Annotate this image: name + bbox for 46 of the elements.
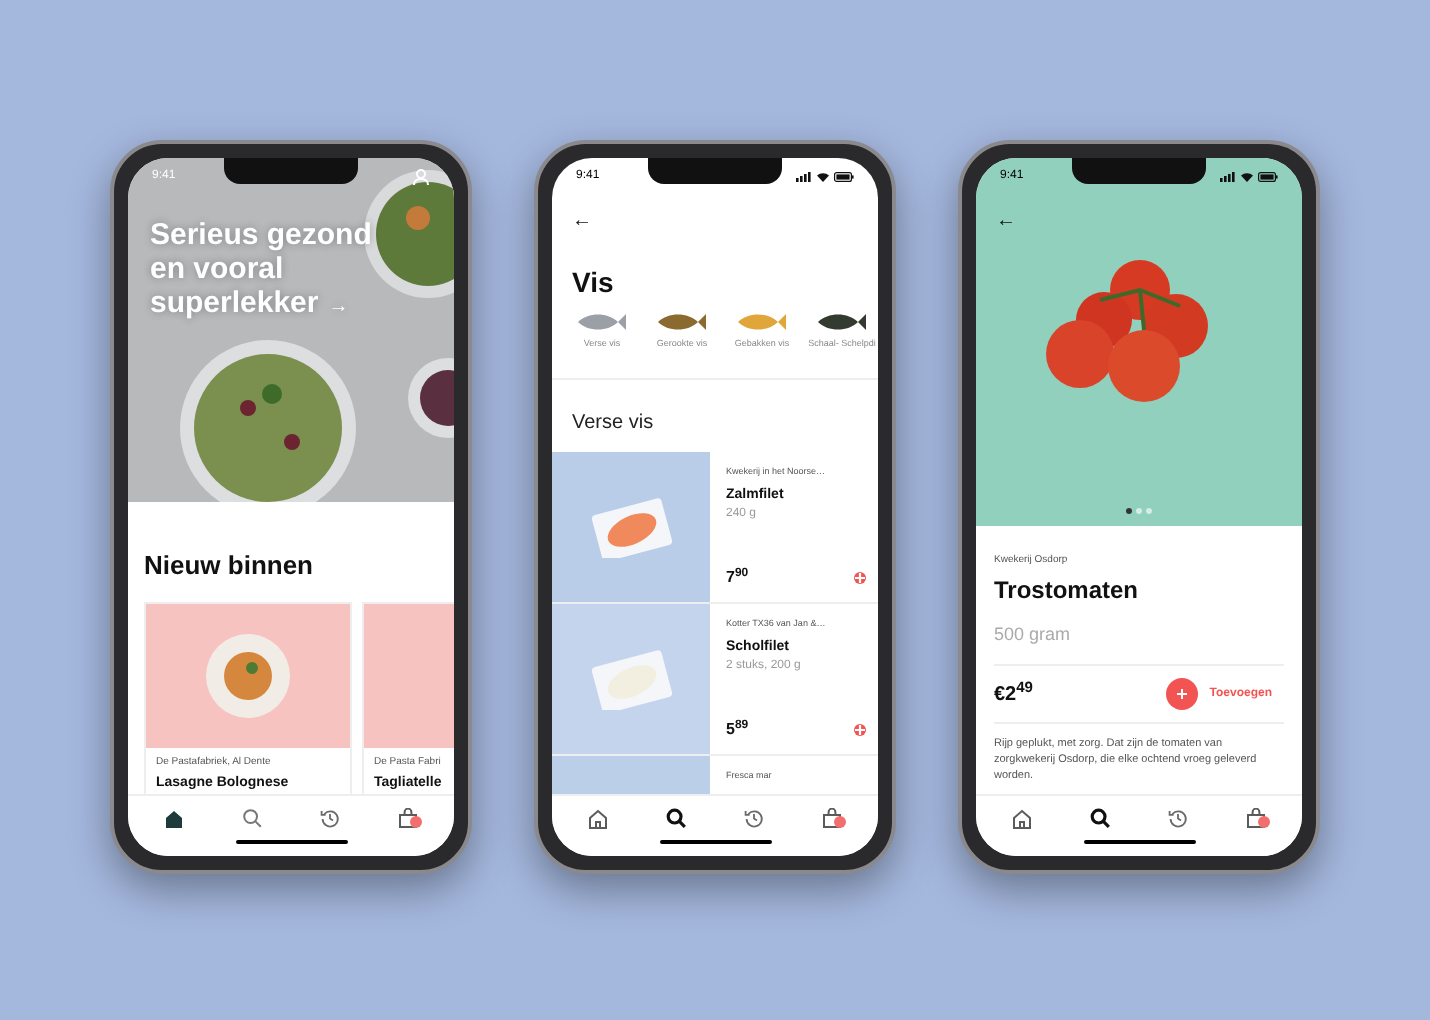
home-icon: [1012, 807, 1033, 829]
notch: [224, 158, 358, 184]
search-icon: [242, 807, 263, 829]
home-indicator: [659, 840, 771, 844]
bag-icon: [397, 807, 418, 829]
product-name: Trostomaten: [994, 573, 1141, 607]
home-indicator: [1083, 840, 1195, 844]
signal-icon: [796, 171, 812, 181]
signal-icon: [1220, 171, 1236, 181]
search-icon: [1090, 807, 1111, 829]
back-button[interactable]: ←: [572, 212, 592, 232]
product-price: €2$^{49}$: [994, 679, 1033, 709]
history-icon: [743, 807, 764, 829]
product-price: 7$^{90}$: [726, 566, 749, 590]
product-price: 5$^{89}$: [726, 718, 749, 742]
plus-icon: [854, 724, 866, 736]
notch: [648, 158, 782, 184]
page-title: Vis: [570, 264, 616, 302]
plate-drawing: [202, 629, 294, 721]
hero-headline[interactable]: Serieus gezond en vooral superlekker →: [150, 218, 410, 324]
home-icon: [588, 807, 609, 829]
plus-icon: [854, 572, 866, 584]
notch: [1072, 158, 1206, 184]
home-icon: [164, 807, 185, 829]
back-button[interactable]: ←: [996, 212, 1016, 232]
product-amount: 500 gram: [994, 621, 1284, 666]
plus-icon: [1175, 688, 1188, 700]
search-icon: [666, 807, 687, 829]
section-title: Verse vis: [570, 410, 656, 438]
section-title: Nieuw binnen: [144, 548, 315, 584]
bag-icon: [1245, 807, 1266, 829]
wifi-icon: [1240, 171, 1254, 181]
add-button[interactable]: [854, 724, 866, 736]
wifi-icon: [816, 171, 830, 181]
fish-icon: [656, 312, 708, 332]
fish-icon: [736, 312, 788, 332]
home-indicator: [235, 840, 347, 844]
battery-icon: [834, 171, 854, 181]
fish-icon: [816, 312, 868, 332]
add-button[interactable]: [854, 572, 866, 584]
history-icon: [1167, 807, 1188, 829]
bag-icon: [821, 807, 842, 829]
user-icon: [412, 167, 430, 185]
battery-icon: [1258, 171, 1278, 181]
history-icon: [319, 807, 340, 829]
fish-icon: [576, 312, 628, 332]
